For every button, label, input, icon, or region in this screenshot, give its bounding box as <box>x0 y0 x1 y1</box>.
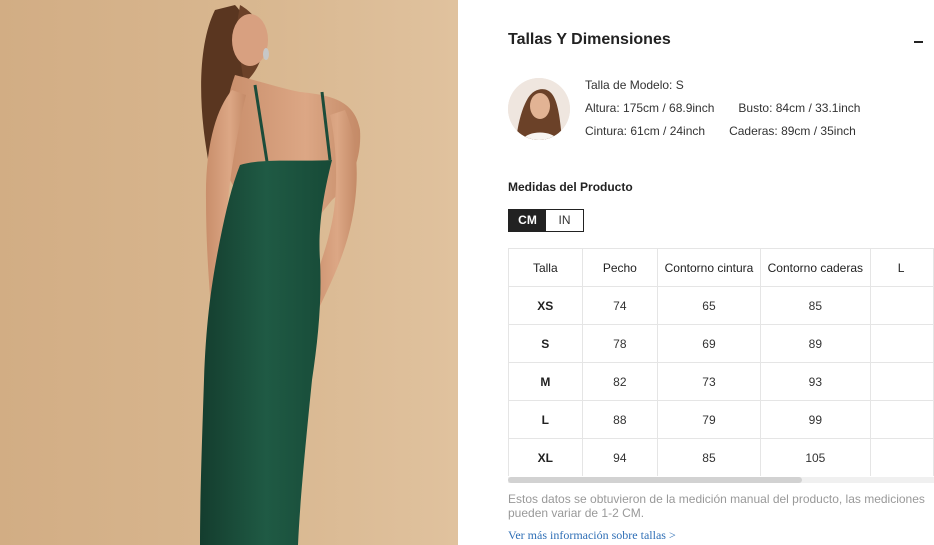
unit-toggle: CM IN <box>508 209 584 232</box>
product-measurements-title: Medidas del Producto <box>508 180 633 194</box>
hips-cell: 99 <box>759 400 871 439</box>
length-cell <box>869 362 934 401</box>
model-illustration <box>0 0 458 545</box>
hips-cell: 105 <box>759 438 871 476</box>
measurement-note: Estos datos se obtuvieron de la medición… <box>508 492 925 520</box>
size-cell: XS <box>508 286 583 325</box>
col-header-chest: Pecho <box>581 248 659 287</box>
product-photo <box>0 0 458 545</box>
table-row: XS 74 65 85 <box>508 286 934 325</box>
model-avatar <box>508 78 570 140</box>
waist-cell: 69 <box>657 324 761 363</box>
model-hips: Caderas: 89cm / 35inch <box>729 124 856 138</box>
size-cell: L <box>508 400 583 439</box>
chest-cell: 88 <box>581 400 659 439</box>
waist-cell: 65 <box>657 286 761 325</box>
table-row: XL 94 85 105 <box>508 438 934 476</box>
length-cell <box>869 324 934 363</box>
size-panel: Tallas Y Dimensiones Talla de Modelo: S … <box>458 0 934 545</box>
minus-icon[interactable] <box>914 41 923 43</box>
unit-cm-button[interactable]: CM <box>509 210 546 231</box>
chest-cell: 74 <box>581 286 659 325</box>
size-table: Talla Pecho Contorno cintura Contorno ca… <box>508 248 934 476</box>
model-bust: Busto: 84cm / 33.1inch <box>738 101 861 115</box>
table-row: M 82 73 93 <box>508 362 934 401</box>
col-header-waist: Contorno cintura <box>657 248 761 287</box>
chest-cell: 82 <box>581 362 659 401</box>
table-header-row: Talla Pecho Contorno cintura Contorno ca… <box>508 248 934 287</box>
model-info: Talla de Modelo: S Altura: 175cm / 68.9i… <box>585 77 860 146</box>
hips-cell: 85 <box>759 286 871 325</box>
chest-cell: 78 <box>581 324 659 363</box>
table-scrollbar[interactable] <box>508 477 934 483</box>
hips-cell: 93 <box>759 362 871 401</box>
col-header-length: L <box>869 248 934 287</box>
chest-cell: 94 <box>581 438 659 476</box>
length-cell <box>869 286 934 325</box>
model-waist: Cintura: 61cm / 24inch <box>585 124 706 138</box>
size-cell: XL <box>508 438 583 476</box>
scrollbar-thumb[interactable] <box>508 477 802 483</box>
waist-cell: 85 <box>657 438 761 476</box>
section-title: Tallas Y Dimensiones <box>508 31 671 48</box>
hips-cell: 89 <box>759 324 871 363</box>
table-row: L 88 79 99 <box>508 400 934 439</box>
unit-in-button[interactable]: IN <box>546 210 583 231</box>
length-cell <box>869 400 934 439</box>
length-cell <box>869 438 934 476</box>
table-row: S 78 69 89 <box>508 324 934 363</box>
model-size: Talla de Modelo: S <box>585 78 684 92</box>
size-cell: M <box>508 362 583 401</box>
col-header-size: Talla <box>508 248 583 287</box>
waist-cell: 73 <box>657 362 761 401</box>
col-header-hips: Contorno caderas <box>759 248 871 287</box>
model-height: Altura: 175cm / 68.9inch <box>585 101 715 115</box>
size-table-scroll[interactable]: Talla Pecho Contorno cintura Contorno ca… <box>508 248 934 476</box>
size-cell: S <box>508 324 583 363</box>
more-size-info-link[interactable]: Ver más información sobre tallas > <box>508 528 676 543</box>
waist-cell: 79 <box>657 400 761 439</box>
